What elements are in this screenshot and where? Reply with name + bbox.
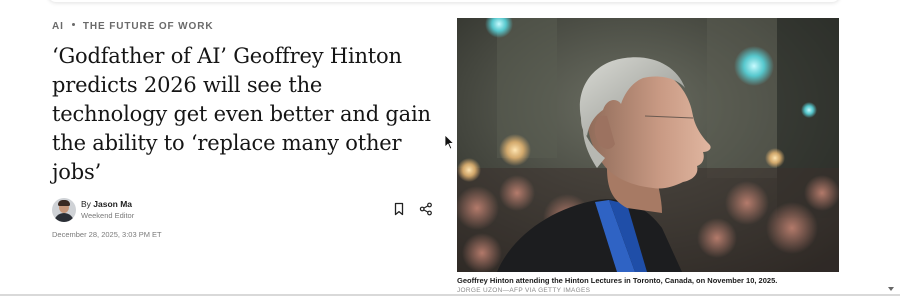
share-icon [419, 202, 432, 216]
share-button[interactable] [419, 202, 433, 216]
hero-photo[interactable] [457, 18, 839, 272]
author-role: Weekend Editor [81, 211, 135, 220]
publish-date: December 28, 2025, 3:03 PM ET [52, 230, 162, 239]
author-byline: By Jason Ma Weekend Editor [52, 198, 134, 222]
author-prefix: By [81, 199, 91, 209]
breadcrumb-topic[interactable]: THE FUTURE OF WORK [83, 21, 214, 32]
scroll-down-arrow-icon[interactable] [888, 287, 894, 291]
mouse-cursor-icon [444, 134, 454, 150]
article-headline: ‘Godfather of AI’ Geoffrey Hinton predic… [52, 44, 431, 184]
author-avatar[interactable] [52, 198, 76, 222]
hero-caption: Geoffrey Hinton attending the Hinton Lec… [457, 276, 778, 285]
bookmark-icon [394, 202, 404, 216]
breadcrumb: AI THE FUTURE OF WORK [52, 21, 213, 32]
bookmark-button[interactable] [392, 202, 406, 216]
previous-card-edge [48, 0, 840, 2]
hinton-photo-illustration [457, 18, 839, 272]
breadcrumb-separator [71, 23, 75, 26]
author-name-line: By Jason Ma [81, 199, 134, 210]
author-name[interactable]: Jason Ma [93, 199, 132, 209]
hero-credit: JORGE UZON—AFP VIA GETTY IMAGES [457, 287, 591, 294]
breadcrumb-section[interactable]: AI [52, 21, 64, 32]
